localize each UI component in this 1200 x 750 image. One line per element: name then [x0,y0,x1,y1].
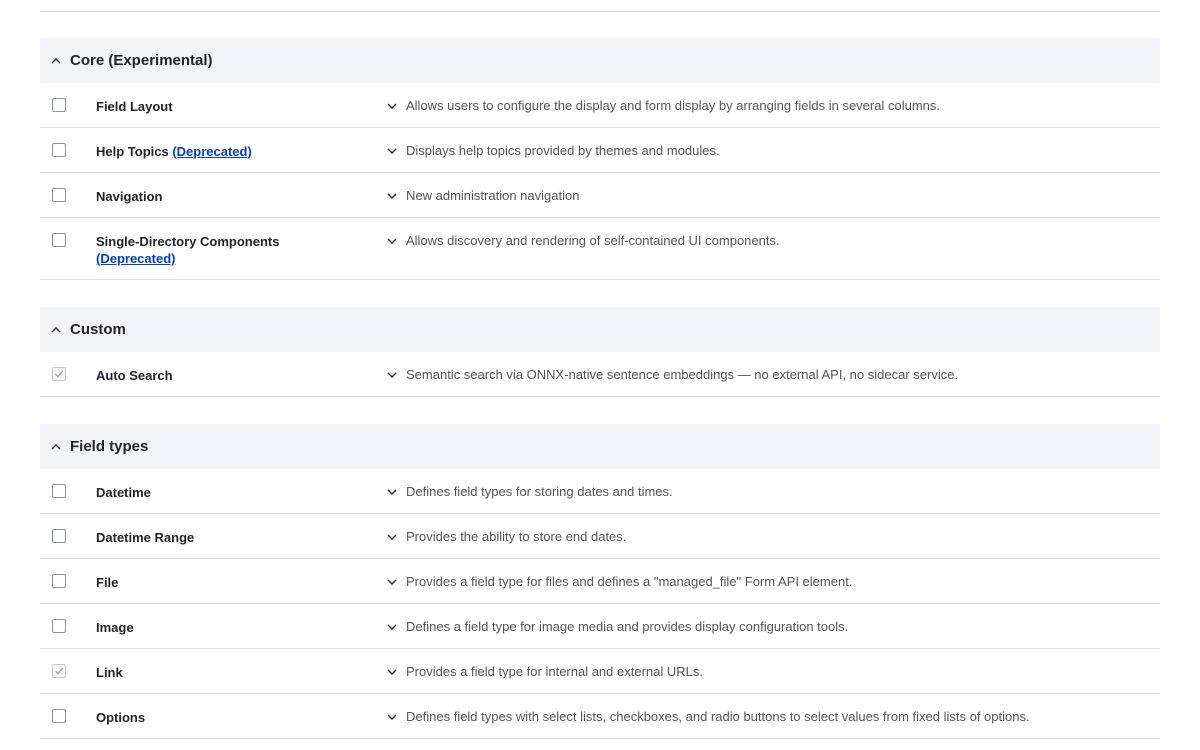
module-checkbox-file[interactable] [52,574,66,588]
module-checkbox-help-topics[interactable] [52,143,66,157]
module-row-datetime: Datetime Defines field types for storing… [40,469,1160,514]
deprecated-link[interactable]: (Deprecated) [172,144,251,159]
module-description: Defines a field type for image media and… [406,619,849,634]
module-description-toggle[interactable]: Defines a field type for image media and… [386,619,848,634]
module-row-help-topics: Help Topics (Deprecated) Displays help t… [40,128,1160,173]
module-row-single-directory-components: Single-Directory Components (Deprecated)… [40,218,1160,280]
chevron-down-icon [386,487,398,497]
chevron-up-icon [50,55,62,67]
module-row-datetime-range: Datetime Range Provides the ability to s… [40,514,1160,559]
module-checkbox-navigation[interactable] [52,188,66,202]
module-name: Datetime [96,485,151,500]
module-description: New administration navigation [406,188,580,203]
module-description: Provides the ability to store end dates. [406,529,627,544]
module-checkbox-options[interactable] [52,709,66,723]
chevron-down-icon [386,712,398,722]
chevron-down-icon [386,101,398,111]
group-header-field-types[interactable]: Field types [40,424,1160,469]
chevron-down-icon [386,667,398,677]
module-description-toggle[interactable]: Allows users to configure the display an… [386,98,940,113]
module-description: Defines field types for storing dates an… [406,484,673,499]
deprecated-link[interactable]: (Deprecated) [96,251,175,266]
chevron-down-icon [386,146,398,156]
group-title: Field types [70,438,149,455]
group-core-experimental: Core (Experimental) Field Layout Allows … [40,38,1160,280]
module-description-toggle[interactable]: Provides the ability to store end dates. [386,529,626,544]
group-custom: Custom Auto Search Semantic search via O… [40,307,1160,397]
module-description: Displays help topics provided by themes … [406,143,720,158]
module-row-link: Link Provides a field type for internal … [40,649,1160,694]
chevron-down-icon [386,370,398,380]
module-name: Help Topics (Deprecated) [96,144,252,159]
module-description-toggle[interactable]: Defines field types with select lists, c… [386,709,1030,724]
chevron-down-icon [386,191,398,201]
group-field-types: Field types Datetime Defines field types… [40,424,1160,739]
module-description: Allows users to configure the display an… [406,98,940,113]
module-description-toggle[interactable]: Provides a field type for files and defi… [386,574,852,589]
module-description: Provides a field type for internal and e… [406,664,703,679]
top-divider [40,11,1160,12]
module-description-toggle[interactable]: Semantic search via ONNX-native sentence… [386,367,958,382]
module-name: Image [96,620,134,635]
module-name: Auto Search [96,368,173,383]
module-checkbox-link[interactable] [52,664,66,678]
check-icon [55,667,64,675]
module-row-options: Options Defines field types with select … [40,694,1160,739]
module-name: Field Layout [96,99,173,114]
module-description-toggle[interactable]: Provides a field type for internal and e… [386,664,703,679]
module-checkbox-single-directory-components[interactable] [52,233,66,247]
module-name: Datetime Range [96,530,195,545]
module-description: Provides a field type for files and defi… [406,574,853,589]
module-checkbox-image[interactable] [52,619,66,633]
module-name: File [96,575,119,590]
chevron-down-icon [386,532,398,542]
module-name: Single-Directory Components (Deprecated) [96,234,280,266]
module-description: Allows discovery and rendering of self-c… [406,233,780,248]
module-description-toggle[interactable]: Allows discovery and rendering of self-c… [386,233,780,248]
module-description-toggle[interactable]: New administration navigation [386,188,579,203]
module-description: Defines field types with select lists, c… [406,709,1030,724]
module-checkbox-datetime[interactable] [52,484,66,498]
module-checkbox-field-layout[interactable] [52,98,66,112]
module-row-navigation: Navigation New administration navigation [40,173,1160,218]
chevron-down-icon [386,577,398,587]
check-icon [55,370,64,378]
chevron-down-icon [386,236,398,246]
group-header-core-experimental[interactable]: Core (Experimental) [40,38,1160,83]
module-name: Link [96,665,123,680]
module-description-toggle[interactable]: Displays help topics provided by themes … [386,143,720,158]
group-title: Custom [70,321,126,338]
chevron-down-icon [386,622,398,632]
module-name: Options [96,710,146,725]
module-description-toggle[interactable]: Defines field types for storing dates an… [386,484,673,499]
module-row-image: Image Defines a field type for image med… [40,604,1160,649]
module-checkbox-auto-search[interactable] [52,367,66,381]
chevron-up-icon [50,441,62,453]
group-header-custom[interactable]: Custom [40,307,1160,352]
module-description: Semantic search via ONNX-native sentence… [406,367,959,382]
group-title: Core (Experimental) [70,52,213,69]
module-row-auto-search: Auto Search Semantic search via ONNX-nat… [40,352,1160,397]
module-checkbox-datetime-range[interactable] [52,529,66,543]
chevron-up-icon [50,324,62,336]
module-row-field-layout: Field Layout Allows users to configure t… [40,83,1160,128]
module-row-file: File Provides a field type for files and… [40,559,1160,604]
module-name: Navigation [96,189,163,204]
